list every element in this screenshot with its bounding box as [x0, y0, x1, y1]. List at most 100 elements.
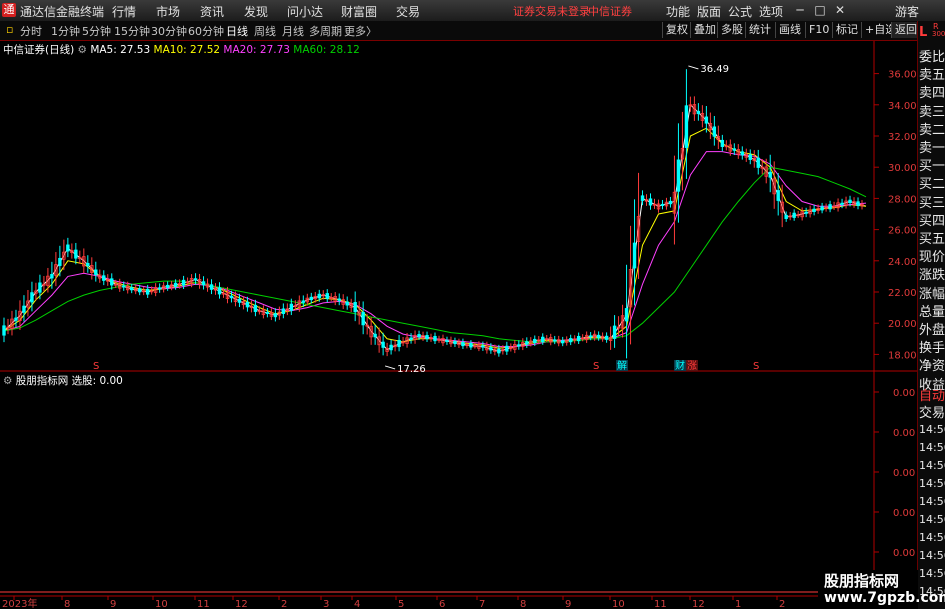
lower-tick-label: 0.00 — [893, 548, 915, 559]
minimize-icon[interactable]: ─ — [792, 2, 808, 18]
period-multi[interactable]: 多周期 — [309, 23, 342, 39]
y-tick-label: 18.00 — [888, 350, 917, 361]
x-tick-label: 12 — [235, 599, 248, 609]
sidebar-item[interactable]: 外盘 — [919, 319, 945, 338]
candle-body — [309, 296, 313, 301]
guest-label[interactable]: 游客 — [895, 3, 919, 20]
settings-icon[interactable]: ⚙ — [3, 375, 12, 387]
candle-body — [660, 203, 665, 206]
sidebar-time: 14:56 — [919, 513, 945, 526]
period-30min[interactable]: 30分钟 — [151, 23, 187, 39]
sidebar-item[interactable]: 卖四 — [919, 82, 945, 101]
sidebar-time: 14:56 — [919, 441, 945, 454]
menu-trade[interactable]: 交易 — [396, 3, 420, 20]
low-label: 17.26 — [397, 364, 426, 375]
sidebar-item[interactable]: 买二 — [919, 173, 945, 192]
candle-body — [648, 198, 653, 206]
period-daily[interactable]: 日线 — [226, 23, 248, 39]
candle-body — [281, 308, 286, 314]
candle-body — [840, 202, 844, 205]
sidebar-trade[interactable]: 交易 — [919, 402, 945, 421]
menu-options[interactable]: 选项 — [759, 3, 783, 20]
sidebar-item[interactable]: 净资 — [919, 355, 945, 374]
tool-overlay[interactable]: 叠加 — [690, 22, 719, 38]
tool-f10[interactable]: F10 — [805, 22, 832, 38]
signal-label: 解 — [617, 359, 627, 372]
tool-drawline[interactable]: 画线 — [775, 22, 804, 38]
candle-body — [612, 325, 617, 339]
sidebar-item[interactable]: 涨跌 — [919, 264, 945, 283]
menu-bar: 通 通达信金融终端 行情 市场 资讯 发现 问小达 财富圈 交易 证券交易未登录… — [0, 0, 945, 22]
sidebar-item[interactable]: 买四 — [919, 210, 945, 229]
sidebar-item[interactable]: 涨幅 — [919, 283, 945, 302]
sidebar-item[interactable]: 买三 — [919, 192, 945, 211]
menu-ask[interactable]: 问小达 — [287, 3, 323, 20]
stock-title[interactable]: 中信证券(日线) — [3, 44, 74, 56]
x-tick-label: 8 — [64, 599, 70, 609]
candle-body — [576, 335, 581, 342]
candle-body — [30, 292, 34, 303]
signal-label: 财 — [675, 359, 685, 372]
settings-icon[interactable]: ⚙ — [78, 44, 87, 56]
candle-body — [541, 336, 545, 342]
menu-quotes[interactable]: 行情 — [112, 3, 136, 20]
period-5min[interactable]: 5分钟 — [82, 23, 111, 39]
sidebar-item[interactable]: 卖一 — [919, 137, 945, 156]
sidebar-item[interactable]: 换手 — [919, 337, 945, 356]
menu-layout[interactable]: 版面 — [697, 3, 721, 20]
candle-body — [433, 335, 437, 342]
x-tick-label: 2023年 — [2, 597, 37, 609]
period-15min[interactable]: 15分钟 — [114, 23, 150, 39]
menu-market[interactable]: 市场 — [156, 3, 180, 20]
maximize-icon[interactable]: □ — [812, 2, 828, 18]
ma-line-ma10 — [3, 127, 867, 349]
candle-body — [704, 116, 709, 124]
sidebar-time: 14:56 — [919, 495, 945, 508]
y-tick-label: 28.00 — [888, 194, 917, 205]
candle-body — [553, 339, 557, 342]
candle-body — [122, 285, 126, 288]
menu-function[interactable]: 功能 — [666, 3, 690, 20]
close-icon[interactable]: ✕ — [832, 2, 848, 18]
period-more[interactable]: 更多〉 — [344, 23, 377, 39]
watermark-ad: 股朋指标网 www.7gpzb.com — [818, 570, 945, 609]
candle-body — [74, 249, 78, 259]
candle-body — [469, 342, 473, 348]
menu-news[interactable]: 资讯 — [200, 3, 224, 20]
ad-title: 股朋指标网 — [824, 572, 900, 590]
candle-body — [165, 284, 170, 288]
tool-adjust[interactable]: 复权 — [662, 22, 691, 38]
sidebar-item[interactable]: 买一 — [919, 155, 945, 174]
sidebar-item[interactable]: 卖五 — [919, 64, 945, 83]
sidebar-item[interactable]: 卖二 — [919, 119, 945, 138]
candle-body — [640, 195, 645, 201]
sidebar-item[interactable]: 卖三 — [919, 101, 945, 120]
sidebar-item[interactable]: 现价 — [919, 246, 945, 265]
kline-chart[interactable]: 18.0020.0022.0024.0026.0028.0030.0032.00… — [0, 0, 945, 609]
sidebar-item[interactable]: 买五 — [919, 228, 945, 247]
tool-mark[interactable]: 标记 — [832, 22, 861, 38]
menu-discover[interactable]: 发现 — [244, 3, 268, 20]
candle-body — [453, 341, 457, 345]
period-60min[interactable]: 60分钟 — [188, 23, 224, 39]
period-timeshare[interactable]: 分时 — [20, 23, 42, 39]
period-monthly[interactable]: 月线 — [282, 23, 304, 39]
login-warning[interactable]: 证券交易未登录 — [513, 3, 590, 19]
tool-stats[interactable]: 统计 — [745, 22, 774, 38]
x-tick-label: 10 — [155, 599, 168, 609]
period-weekly[interactable]: 周线 — [254, 23, 276, 39]
indicator-name[interactable]: 股朋指标网 — [16, 375, 69, 387]
candle-body — [489, 347, 493, 351]
tool-back[interactable]: 返回 — [891, 22, 920, 38]
menu-wealth[interactable]: 财富圈 — [341, 3, 377, 20]
candle-body — [820, 206, 824, 211]
indicator-legend: ⚙ 股朋指标网 选股: 0.00 — [0, 373, 123, 387]
tool-multistock[interactable]: 多股 — [717, 22, 746, 38]
candle-body — [94, 269, 98, 275]
menu-formula[interactable]: 公式 — [728, 3, 752, 20]
broker-name[interactable]: 中信证券 — [588, 3, 632, 19]
sidebar-item[interactable]: 总量 — [919, 301, 945, 320]
sidebar-item[interactable]: 委比 — [919, 46, 945, 65]
period-1min[interactable]: 1分钟 — [51, 23, 80, 39]
candle-body — [533, 338, 537, 343]
